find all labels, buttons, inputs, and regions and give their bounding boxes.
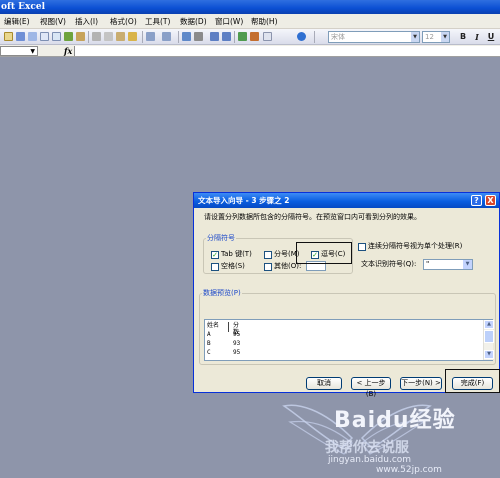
back-button[interactable]: < 上一步(B) — [351, 377, 391, 398]
font-name-select[interactable]: 宋体 ▼ — [328, 31, 420, 43]
data-preview[interactable]: 姓名 分数 A 95 B 93 C 95 ▲ ▼ — [204, 319, 494, 361]
menu-bar: 编辑(E) 视图(V) 插入(I) 格式(O) 工具(T) 数据(D) 窗口(W… — [0, 14, 500, 29]
autosum-icon[interactable] — [194, 32, 203, 41]
dialog-title: 文本导入向导 - 3 步骤之 2 — [198, 196, 290, 205]
menu-data[interactable]: 数据(D) — [180, 16, 207, 27]
preview-cell: 93 — [233, 340, 241, 347]
menu-help[interactable]: 帮助(H) — [251, 16, 278, 27]
print-preview-icon[interactable] — [52, 32, 61, 41]
italic-button[interactable]: I — [472, 32, 482, 42]
consecutive-delimiters-checkbox[interactable]: 连续分隔符号视为单个处理(R) — [358, 242, 462, 251]
bold-button[interactable]: B — [458, 32, 468, 42]
help-icon[interactable] — [297, 32, 306, 41]
drawing-icon[interactable] — [250, 32, 259, 41]
chevron-down-icon[interactable]: ▼ — [30, 48, 35, 56]
dialog-close-button[interactable]: X — [485, 195, 496, 206]
menu-view[interactable]: 视图(V) — [40, 16, 66, 27]
cancel-button[interactable]: 取消 — [306, 377, 342, 390]
text-qualifier-select[interactable]: " ▼ — [423, 259, 473, 270]
print-icon[interactable] — [40, 32, 49, 41]
text-qualifier-label: 文本识别符号(Q): — [361, 260, 417, 268]
preview-cell: 姓名 — [207, 322, 220, 329]
save-icon[interactable] — [16, 32, 25, 41]
standard-toolbar: 宋体 ▼ 12 ▼ B I U — [0, 29, 500, 45]
chevron-down-icon[interactable]: ▼ — [463, 260, 472, 269]
text-qualifier-value: " — [426, 260, 430, 268]
checkbox-box — [264, 250, 272, 259]
finish-highlight-frame — [445, 369, 500, 393]
font-name-value: 宋体 — [331, 33, 345, 41]
formula-bar: ▼ fx — [0, 45, 500, 57]
sort-descending-icon[interactable] — [222, 32, 231, 41]
preview-cell: 95 — [233, 349, 241, 356]
preview-cell: B — [207, 340, 211, 347]
check-icon: ✓ — [211, 250, 219, 259]
space-checkbox[interactable]: 空格(S) — [211, 262, 245, 271]
undo-icon[interactable] — [146, 32, 155, 41]
research-icon[interactable] — [76, 32, 85, 41]
format-painter-icon[interactable] — [128, 32, 137, 41]
formula-input[interactable] — [74, 46, 500, 56]
title-bar: oft Excel — [0, 0, 500, 14]
checkbox-box — [264, 262, 272, 271]
space-label: 空格(S) — [221, 262, 245, 270]
menu-edit[interactable]: 编辑(E) — [4, 16, 30, 27]
preview-cell: A — [207, 331, 211, 338]
font-size-value: 12 — [425, 33, 434, 41]
consecutive-delimiters-label: 连续分隔符号视为单个处理(R) — [368, 242, 463, 250]
watermark-url: jingyan.baidu.com — [328, 455, 412, 465]
checkbox-box — [358, 242, 366, 251]
permission-icon[interactable] — [28, 32, 37, 41]
preview-scrollbar[interactable]: ▲ ▼ — [483, 320, 494, 360]
delimiters-group-label: 分隔符号 — [206, 234, 236, 242]
next-button[interactable]: 下一步(N) > — [400, 377, 442, 390]
window-title: oft Excel — [1, 2, 46, 12]
preview-row: 姓名 分数 — [207, 322, 239, 336]
dialog-instruction: 请设置分列数据所包含的分隔符号。在预览窗口内可看到分列的效果。 — [204, 213, 421, 221]
scroll-up-icon[interactable]: ▲ — [484, 320, 494, 329]
scroll-down-icon[interactable]: ▼ — [484, 350, 494, 359]
watermark-url-2: www.52jp.com — [376, 465, 442, 475]
preview-row: A 95 — [207, 331, 240, 338]
menu-format[interactable]: 格式(O) — [110, 16, 137, 27]
dialog-title-bar[interactable]: 文本导入向导 - 3 步骤之 2 — [194, 193, 499, 208]
preview-row: B 93 — [207, 340, 240, 347]
menu-insert[interactable]: 插入(I) — [75, 16, 98, 27]
watermark-brand: Baidu经验 — [334, 408, 456, 433]
fx-icon[interactable]: fx — [64, 45, 72, 57]
scroll-thumb[interactable] — [484, 330, 494, 343]
font-size-select[interactable]: 12 ▼ — [422, 31, 450, 43]
hyperlink-icon[interactable] — [182, 32, 191, 41]
copy-icon[interactable] — [104, 32, 113, 41]
cut-icon[interactable] — [92, 32, 101, 41]
preview-group-label: 数据预览(P) — [202, 289, 242, 297]
paste-icon[interactable] — [116, 32, 125, 41]
underline-button[interactable]: U — [486, 32, 496, 42]
text-import-wizard-dialog: 文本导入向导 - 3 步骤之 2 ? X 请设置分列数据所包含的分隔符号。在预览… — [193, 192, 500, 398]
watermark-slogan: 我帮你去说服 — [325, 440, 409, 456]
zoom-icon[interactable] — [263, 32, 272, 41]
dialog-help-button[interactable]: ? — [471, 195, 482, 206]
redo-icon[interactable] — [162, 32, 171, 41]
menu-tools[interactable]: 工具(T) — [145, 16, 170, 27]
menu-window[interactable]: 窗口(W) — [215, 16, 243, 27]
chart-wizard-icon[interactable] — [238, 32, 247, 41]
tab-checkbox[interactable]: ✓ Tab 键(T) — [211, 250, 252, 259]
preview-cell: C — [207, 349, 211, 356]
comma-highlight-frame — [296, 242, 352, 264]
preview-row: C 95 — [207, 349, 240, 356]
chevron-down-icon[interactable]: ▼ — [411, 32, 419, 42]
name-box[interactable]: ▼ — [0, 46, 38, 56]
preview-cell: 95 — [233, 331, 241, 338]
checkbox-box — [211, 262, 219, 271]
spelling-icon[interactable] — [64, 32, 73, 41]
semicolon-checkbox[interactable]: 分号(M) — [264, 250, 300, 259]
tab-label: Tab 键(T) — [221, 250, 252, 258]
open-icon[interactable] — [4, 32, 13, 41]
sort-ascending-icon[interactable] — [210, 32, 219, 41]
chevron-down-icon[interactable]: ▼ — [441, 32, 449, 42]
column-separator — [228, 322, 229, 332]
